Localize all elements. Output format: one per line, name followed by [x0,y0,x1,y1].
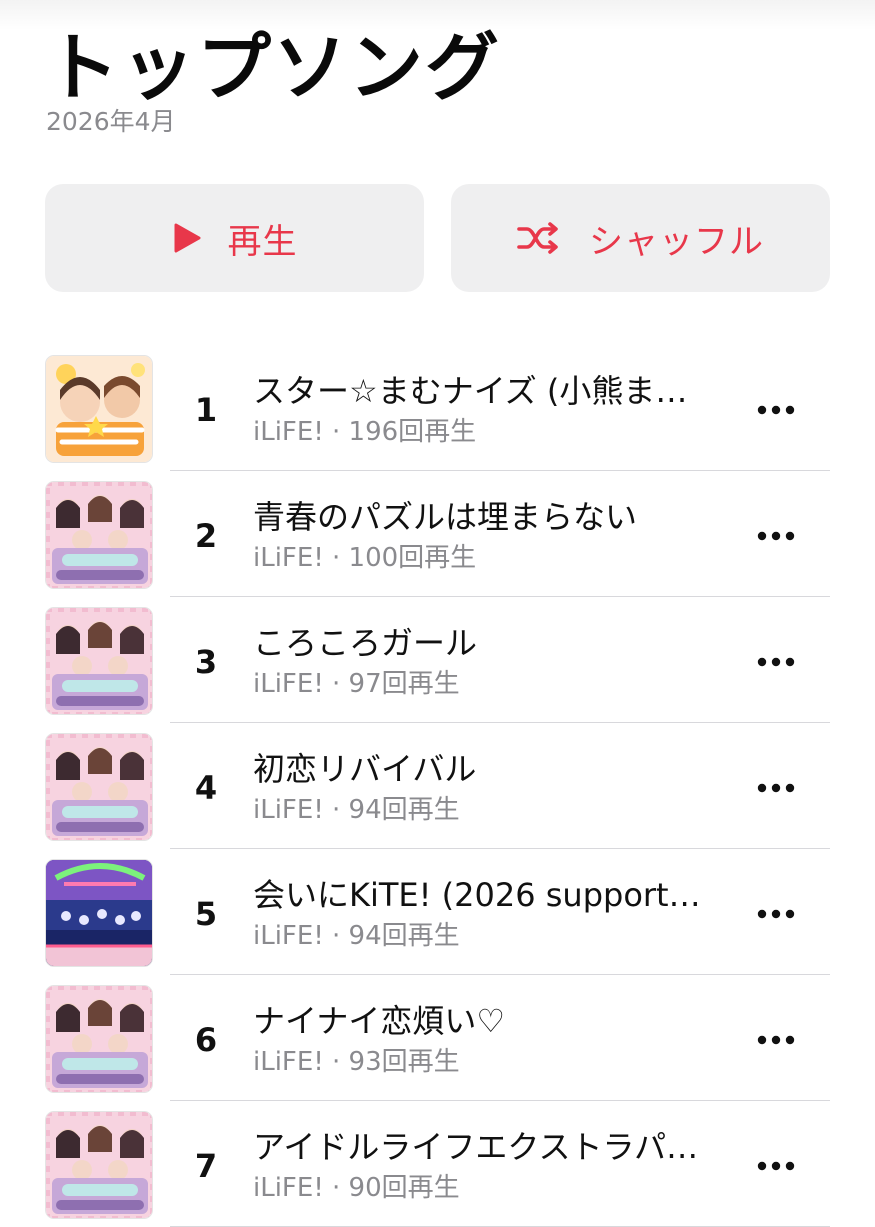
song-title: 初恋リバイバル [253,750,477,788]
song-artist: iLiFE! · [253,543,341,573]
ellipsis-icon [757,657,795,667]
song-title: ころころガール [253,624,478,662]
song-artist: iLiFE! · [253,1173,341,1203]
album-artwork [45,859,153,967]
song-play-count: 196回再生 [348,417,477,447]
song-meta: iLiFE! · 94回再生 [253,793,460,827]
song-meta: iLiFE! · 100回再生 [253,541,476,575]
play-button[interactable]: 再生 [45,184,424,292]
song-play-count: 90回再生 [348,1173,460,1203]
song-artist: iLiFE! · [253,795,341,825]
song-row[interactable]: 3 ころころガール iLiFE! · 97回再生 [0,597,875,723]
song-title: スター☆まむナイズ (小熊ま… [253,372,688,410]
song-play-count: 94回再生 [348,795,460,825]
more-options-button[interactable] [748,511,804,561]
song-rank: 3 [194,643,218,681]
song-title: 会いにKiTE! (2026 support… [253,876,701,914]
song-play-count: 100回再生 [348,543,477,573]
song-play-count: 97回再生 [348,669,460,699]
song-meta: iLiFE! · 97回再生 [253,667,460,701]
song-row[interactable]: 7 アイドルライフエクストラパ… iLiFE! · 90回再生 [0,1101,875,1227]
page-title: トップソング [45,25,501,111]
album-artwork [45,355,153,463]
more-options-button[interactable] [748,763,804,813]
song-meta: iLiFE! · 196回再生 [253,415,476,449]
song-rank: 6 [194,1021,218,1059]
song-rank: 1 [194,391,218,429]
song-rank: 2 [194,517,218,555]
more-options-button[interactable] [748,385,804,435]
song-play-count: 94回再生 [348,921,460,951]
song-artist: iLiFE! · [253,417,341,447]
song-rank: 4 [194,769,218,807]
song-artist: iLiFE! · [253,669,341,699]
album-artwork [45,733,153,841]
shuffle-icon [517,221,563,255]
album-artwork [45,607,153,715]
more-options-button[interactable] [748,1141,804,1191]
ellipsis-icon [757,909,795,919]
play-button-label: 再生 [227,221,298,262]
song-artist: iLiFE! · [253,921,341,951]
more-options-button[interactable] [748,1015,804,1065]
song-title: ナイナイ恋煩い♡ [253,1002,506,1040]
song-play-count: 93回再生 [348,1047,460,1077]
album-artwork [45,985,153,1093]
more-options-button[interactable] [748,889,804,939]
shuffle-button[interactable]: シャッフル [451,184,830,292]
song-rank: 5 [194,895,218,933]
ellipsis-icon [757,1161,795,1171]
song-rank: 7 [194,1147,218,1185]
album-artwork [45,481,153,589]
ellipsis-icon [757,405,795,415]
song-row[interactable]: 1 スター☆まむナイズ (小熊ま… iLiFE! · 196回再生 [0,345,875,471]
song-meta: iLiFE! · 94回再生 [253,919,460,953]
page-subtitle: 2026年4月 [46,107,176,136]
song-row[interactable]: 2 青春のパズルは埋まらない iLiFE! · 100回再生 [0,471,875,597]
song-list: 1 スター☆まむナイズ (小熊ま… iLiFE! · 196回再生 2 青春のパズルは… [0,345,875,1227]
shuffle-button-label: シャッフル [589,221,764,262]
album-artwork [45,1111,153,1219]
more-options-button[interactable] [748,637,804,687]
ellipsis-icon [757,783,795,793]
song-row[interactable]: 4 初恋リバイバル iLiFE! · 94回再生 [0,723,875,849]
song-title: 青春のパズルは埋まらない [253,498,638,536]
ellipsis-icon [757,531,795,541]
song-row[interactable]: 6 ナイナイ恋煩い♡ iLiFE! · 93回再生 [0,975,875,1101]
song-artist: iLiFE! · [253,1047,341,1077]
song-row[interactable]: 5 会いにKiTE! (2026 support… iLiFE! · 94回再生 [0,849,875,975]
song-title: アイドルライフエクストラパ… [253,1128,699,1166]
song-meta: iLiFE! · 93回再生 [253,1045,460,1079]
play-icon [172,222,202,254]
ellipsis-icon [757,1035,795,1045]
